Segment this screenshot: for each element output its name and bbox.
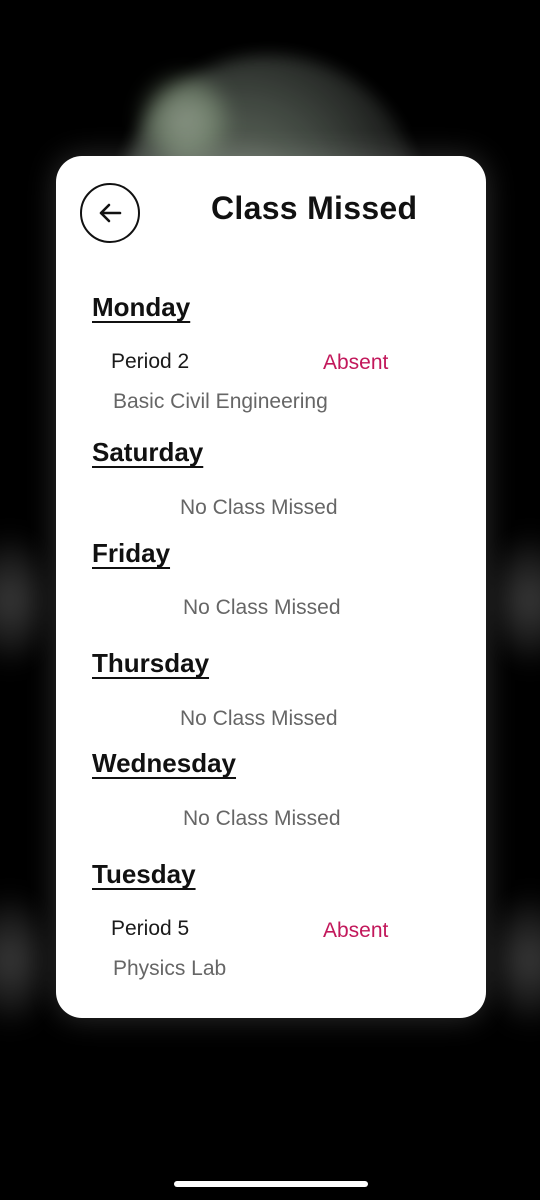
day-heading-thursday: Thursday [92, 648, 210, 678]
day-heading-tuesday: Tuesday [92, 859, 196, 889]
status-badge: Absent [323, 351, 389, 374]
home-indicator[interactable] [174, 1181, 368, 1187]
class-missed-dialog: Class Missed Monday Period 2 Absent Basi… [56, 156, 486, 1018]
period-label: Period 2 [111, 350, 190, 373]
no-class-missed-text: No Class Missed [180, 496, 338, 519]
back-button[interactable] [80, 183, 140, 243]
no-class-missed-text: No Class Missed [180, 707, 338, 730]
background-photo-highlight [140, 75, 230, 165]
day-heading-monday: Monday [92, 292, 191, 322]
day-heading-friday: Friday [92, 538, 171, 568]
arrow-left-icon [99, 203, 122, 223]
screen: Class Missed Monday Period 2 Absent Basi… [0, 0, 540, 1200]
background-glow-right [500, 520, 540, 680]
status-badge: Absent [323, 919, 389, 942]
day-heading-wednesday: Wednesday [92, 748, 237, 778]
background-glow-right-lower [500, 880, 540, 1040]
background-glow-left-lower [0, 880, 40, 1040]
background-glow-left [0, 520, 40, 680]
subject-label: Physics Lab [113, 957, 227, 980]
period-label: Period 5 [111, 917, 190, 940]
subject-label: Basic Civil Engineering [113, 390, 328, 413]
page-title: Class Missed [211, 190, 418, 226]
day-heading-saturday: Saturday [92, 437, 204, 467]
no-class-missed-text: No Class Missed [183, 807, 341, 830]
no-class-missed-text: No Class Missed [183, 596, 341, 619]
